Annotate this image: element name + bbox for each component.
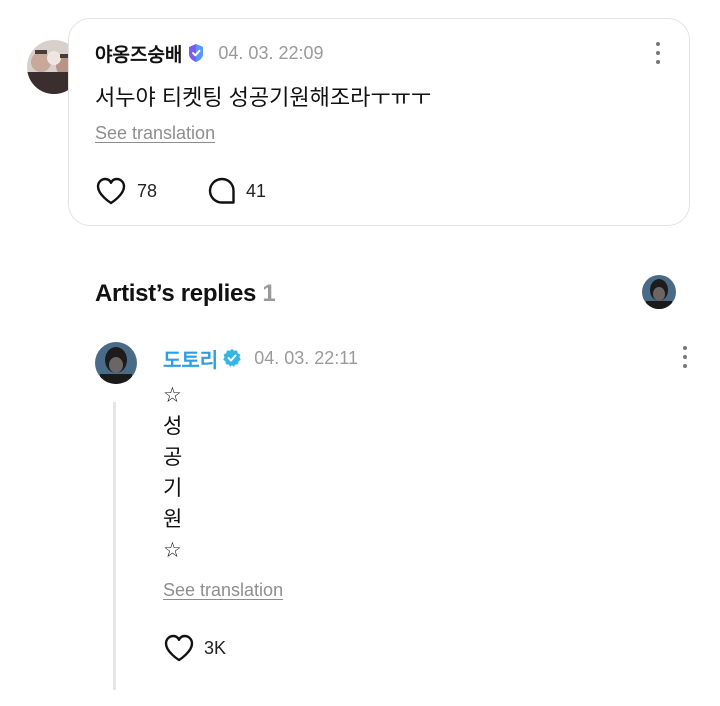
reply-author-name[interactable]: 도토리 bbox=[163, 344, 218, 373]
artist-replies-count: 1 bbox=[262, 280, 276, 307]
comment-bubble-icon bbox=[207, 176, 237, 206]
reply-thread-line bbox=[113, 402, 116, 690]
comment-reply-count: 41 bbox=[246, 180, 267, 201]
comment-text: 서누야 티켓팅 성공기원해조라ㅜㅠㅜ bbox=[95, 85, 432, 110]
comment-like-count: 78 bbox=[137, 180, 158, 201]
comment-see-translation-link[interactable]: See translation bbox=[95, 123, 215, 144]
heart-icon bbox=[95, 176, 127, 206]
reply-author-avatar[interactable] bbox=[95, 342, 137, 384]
reply-text-line: ☆ bbox=[163, 539, 182, 562]
reply-see-translation-link[interactable]: See translation bbox=[163, 580, 283, 601]
comment-reply-button[interactable]: 41 bbox=[207, 176, 266, 206]
reply-like-count: 3K bbox=[204, 637, 227, 658]
reply-header: 도토리 04. 03. 22:11 bbox=[163, 344, 358, 372]
comment-header: 야옹즈숭배 04. 03. 22:09 bbox=[95, 40, 324, 66]
heart-icon bbox=[163, 633, 195, 663]
reply-text-line: 공 bbox=[163, 446, 183, 469]
reply-text-line: 기 bbox=[163, 477, 183, 500]
fan-badge-icon bbox=[186, 43, 206, 63]
verified-badge-icon bbox=[222, 348, 242, 368]
comment-author-name[interactable]: 야옹즈숭배 bbox=[95, 40, 182, 67]
comment-like-button[interactable]: 78 bbox=[95, 176, 157, 206]
comment-timestamp: 04. 03. 22:09 bbox=[218, 42, 324, 63]
reply-text: ☆ 성 공 기 원 ☆ bbox=[163, 380, 203, 566]
artist-replies-label: Artist’s replies bbox=[95, 280, 257, 307]
reply-text-line: ☆ bbox=[163, 384, 182, 407]
reply-timestamp: 04. 03. 22:11 bbox=[254, 347, 358, 368]
reply-text-line: 원 bbox=[163, 508, 183, 531]
reply-text-line: 성 bbox=[163, 415, 183, 438]
artist-replies-avatar[interactable] bbox=[642, 275, 676, 309]
reply-more-options-icon[interactable] bbox=[683, 346, 689, 372]
reply-like-button[interactable]: 3K bbox=[163, 633, 226, 663]
comment-more-options-icon[interactable] bbox=[656, 42, 662, 68]
artist-replies-title: Artist’s replies 1 bbox=[95, 280, 276, 308]
